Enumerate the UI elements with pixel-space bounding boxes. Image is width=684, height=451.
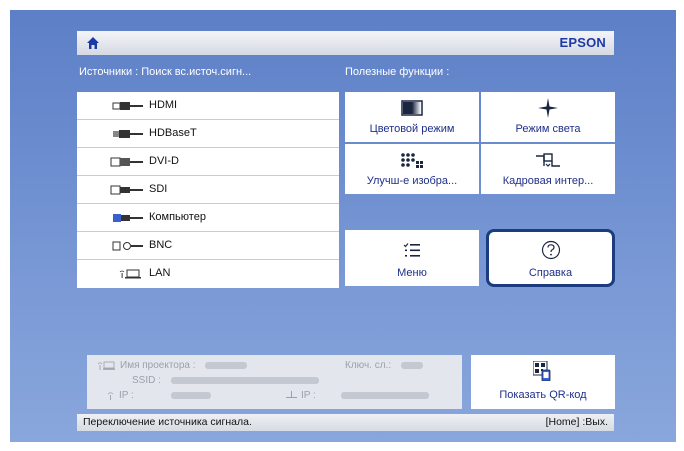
tile-label: Справка: [528, 267, 573, 279]
wireless-icon: [107, 392, 114, 400]
source-item-sdi[interactable]: SDI: [77, 176, 339, 204]
wireless-ip-value: [171, 390, 211, 401]
lan-icon: [119, 269, 141, 279]
tile-menu[interactable]: Меню: [345, 230, 479, 286]
status-hint: Переключение источника сигнала.: [83, 416, 252, 428]
source-label: SDI: [149, 183, 168, 195]
qr-code-icon: [533, 361, 551, 381]
tile-label: Меню: [397, 267, 427, 279]
tile-label: Улучш-е изобра...: [366, 175, 458, 187]
source-label: LAN: [149, 267, 171, 279]
projector-name-value: [205, 360, 247, 371]
ssid-label: SSID :: [132, 375, 161, 386]
vga-connector-icon: [113, 214, 143, 222]
tile-image-enhance[interactable]: Улучш-е изобра...: [345, 144, 479, 194]
tile-label: Кадровая интер...: [502, 175, 594, 187]
status-bar: Переключение источника сигнала. [Home] :…: [77, 414, 614, 431]
brand-logo: EPSON: [559, 35, 606, 50]
hdbaset-connector-icon: [113, 130, 143, 138]
wired-ip-value: [341, 390, 429, 401]
status-exit-hint: [Home] :Вых.: [545, 416, 608, 428]
source-label: DVI-D: [149, 155, 179, 167]
source-item-hdmi[interactable]: HDMI: [77, 92, 339, 120]
menu-list-icon: [403, 243, 420, 257]
qr-label: Показать QR-код: [499, 389, 587, 401]
source-label: BNC: [149, 239, 173, 251]
wired-lan-icon: [286, 391, 297, 398]
help-icon: [541, 240, 560, 260]
wireless-lan-icon: [97, 361, 115, 370]
network-info-panel: Имя проектора : Ключ. сл.: SSID : IP : I…: [87, 355, 462, 409]
tile-frame-interpolation[interactable]: Кадровая интер...: [481, 144, 615, 194]
wired-ip-label: IP :: [301, 390, 316, 401]
image-enhance-icon: [401, 153, 423, 168]
hdmi-connector-icon: [112, 102, 143, 110]
source-label: Компьютер: [149, 211, 206, 223]
tile-color-mode[interactable]: Цветовой режим: [345, 92, 479, 142]
key-value: [401, 360, 423, 371]
wireless-ip-label: IP :: [119, 390, 134, 401]
source-item-dvi-d[interactable]: DVI-D: [77, 148, 339, 176]
tile-label: Цветовой режим: [369, 123, 455, 135]
source-item-hdbaset[interactable]: HDBaseT: [77, 120, 339, 148]
color-mode-icon: [401, 100, 423, 116]
show-qr-code-button[interactable]: Показать QR-код: [471, 355, 615, 409]
source-item-bnc[interactable]: BNC: [77, 232, 339, 260]
key-label: Ключ. сл.:: [345, 360, 392, 371]
source-label: HDBaseT: [149, 127, 197, 139]
tile-label: Режим света: [515, 123, 581, 135]
frame-interpolation-icon: [536, 153, 560, 167]
top-bar: EPSON: [77, 31, 614, 55]
source-item-lan[interactable]: LAN: [77, 260, 339, 288]
home-icon[interactable]: [86, 36, 100, 50]
tile-help[interactable]: Справка: [489, 232, 612, 284]
ssid-value: [171, 375, 319, 386]
source-item-computer[interactable]: Компьютер: [77, 204, 339, 232]
sdi-connector-icon: [110, 185, 143, 195]
sources-title: Источники : Поиск вс.источ.сигн...: [79, 66, 252, 78]
projector-name-label: Имя проектора :: [120, 360, 196, 371]
source-label: HDMI: [149, 99, 178, 111]
source-list: HDMI HDBaseT DVI-D SDI Компьютер BNC LAN: [77, 92, 339, 288]
tile-light-mode[interactable]: Режим света: [481, 92, 615, 142]
functions-title: Полезные функции :: [345, 66, 450, 78]
light-mode-icon: [538, 98, 558, 118]
bnc-connector-icon: [112, 241, 143, 251]
dvi-connector-icon: [110, 157, 143, 167]
